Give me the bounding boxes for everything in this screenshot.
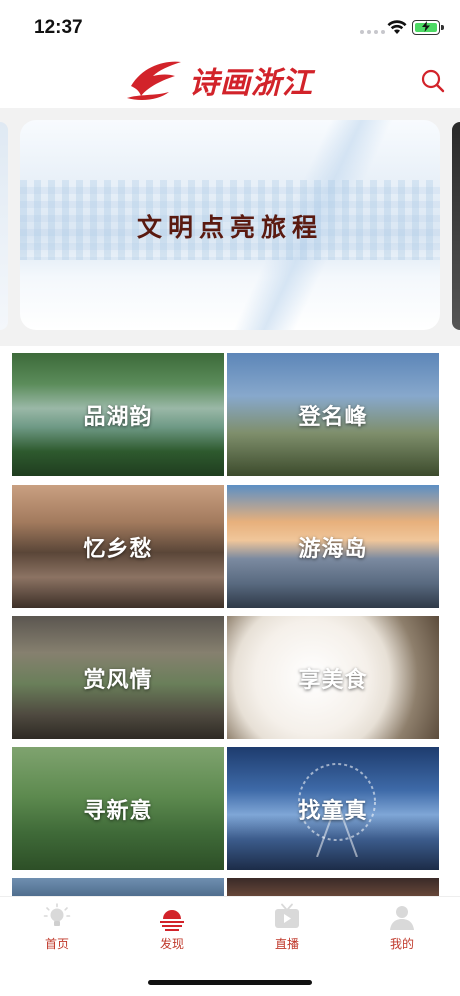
tab-label: 直播 [274,937,299,951]
tab-mine[interactable]: 我的 [362,903,442,952]
tab-home[interactable]: 首页 [17,903,97,952]
tile-partial[interactable] [12,878,224,898]
tile-new[interactable]: 寻新意 [12,747,224,870]
person-icon [390,906,414,930]
tile-label: 登名峰 [298,403,368,429]
banner-title: 文明点亮旅程 [136,213,323,242]
status-bar: 12:37 [0,0,460,54]
tile-label: 品湖韵 [83,403,153,429]
tile-partial[interactable] [227,878,439,898]
tile-label: 找童真 [298,797,368,823]
tab-live[interactable]: 直播 [247,903,327,952]
swoosh-logo-icon [127,61,181,100]
banner-next-peek[interactable] [452,122,460,330]
tile-island[interactable]: 游海岛 [227,485,439,608]
tile-label: 寻新意 [83,797,153,823]
tile-scenery[interactable]: 赏风情 [12,616,224,739]
tile-label: 游海岛 [298,535,368,561]
lightbulb-icon [43,903,71,926]
tile-childhood[interactable]: 找童真 [227,747,439,870]
tile-label: 享美食 [298,666,368,692]
tile-hometown[interactable]: 忆乡愁 [12,485,224,608]
status-time: 12:37 [34,17,83,38]
tile-food[interactable]: 享美食 [227,616,439,739]
app-name: 诗画浙江 [189,67,313,100]
tab-label: 发现 [159,937,184,951]
search-icon[interactable] [420,68,446,94]
tile-label: 忆乡愁 [83,535,153,561]
tile-label: 赏风情 [83,666,153,692]
wifi-icon [387,20,407,34]
tab-label: 首页 [44,937,69,951]
tile-lake[interactable]: 品湖韵 [12,353,224,476]
tab-discover[interactable]: 发现 [132,903,212,952]
banner-prev-peek[interactable] [0,122,8,330]
sunrise-icon [160,910,184,931]
app-logo: 诗画浙江 [125,56,313,104]
home-indicator[interactable] [148,980,312,985]
tab-label: 我的 [389,937,414,951]
cellular-signal-icon [360,30,385,34]
app-header: 诗画浙江 [0,54,460,108]
battery-icon [412,20,444,35]
tile-mountain[interactable]: 登名峰 [227,353,439,476]
tv-play-icon [275,903,299,928]
banner-card[interactable]: 文明点亮旅程 [20,120,440,330]
